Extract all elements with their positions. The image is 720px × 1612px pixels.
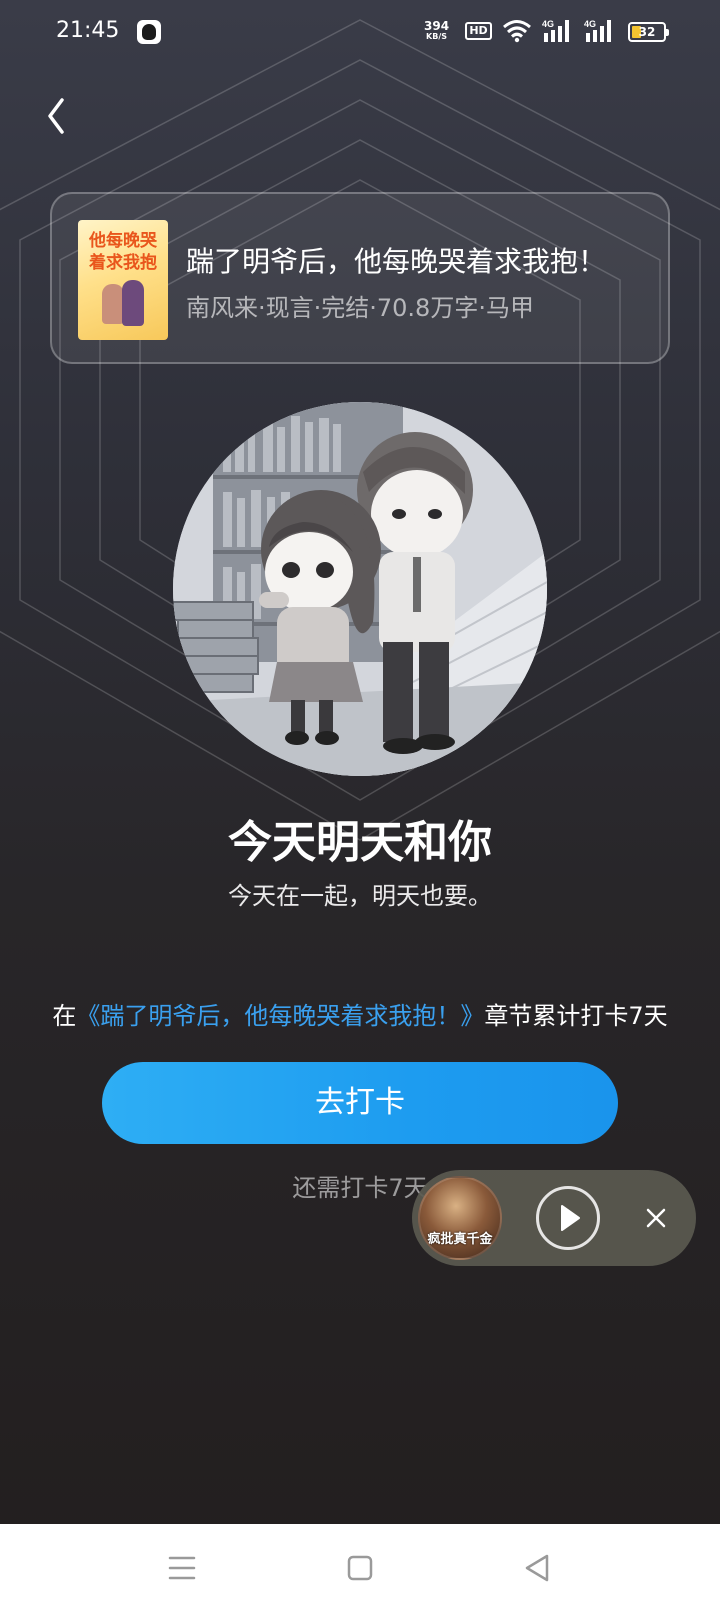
status-time: 21:45 — [56, 18, 120, 43]
play-icon — [561, 1205, 580, 1231]
signal-label: 4G — [584, 19, 596, 29]
system-nav-bar — [0, 1524, 720, 1612]
badge-illustration — [173, 402, 547, 776]
menu-icon — [168, 1556, 196, 1580]
signal-label: 4G — [542, 19, 554, 29]
progress-suffix: 章节累计打卡7天 — [484, 1002, 668, 1030]
book-cover-text: 他每晚哭着求我抱 — [89, 231, 157, 273]
audio-cover[interactable]: 疯批真千金 — [418, 1176, 502, 1260]
network-speed-value: 394 — [424, 19, 450, 33]
hd-icon: HD — [465, 22, 492, 40]
book-title: 踹了明爷后，他每晚哭着求我抱！ — [186, 245, 607, 278]
checkin-button[interactable]: 去打卡 — [102, 1062, 618, 1144]
recent-apps-button[interactable] — [160, 1546, 204, 1590]
battery-level: 32 — [638, 25, 656, 39]
signal-icon: 4G — [542, 19, 569, 42]
home-button[interactable] — [338, 1546, 382, 1590]
progress-description: 在《踹了明爷后，他每晚哭着求我抱！》章节累计打卡7天 — [0, 996, 720, 1031]
book-link[interactable]: 《踹了明爷后，他每晚哭着求我抱！》 — [76, 1002, 484, 1030]
book-meta: 南风来·现言·完结·70.8万字·马甲 — [186, 294, 534, 322]
play-button[interactable] — [536, 1186, 600, 1250]
battery-icon: 32 — [628, 22, 669, 42]
close-player-button[interactable] — [638, 1200, 674, 1236]
progress-prefix: 在 — [52, 1002, 77, 1030]
book-cover[interactable]: 他每晚哭着求我抱 — [78, 220, 168, 340]
network-speed: 394 KB/S — [424, 20, 449, 42]
status-bar: 21:45 394 KB/S HD 4G 4G 32 — [0, 0, 720, 66]
close-icon — [646, 1208, 666, 1228]
system-back-button[interactable] — [516, 1546, 560, 1590]
floating-audio-player[interactable]: 疯批真千金 — [412, 1170, 696, 1266]
illustration-art — [173, 402, 547, 776]
qq-app-icon — [137, 20, 161, 44]
book-card[interactable]: 他每晚哭着求我抱 踹了明爷后，他每晚哭着求我抱！ 南风来·现言·完结·70.8万… — [50, 192, 670, 364]
back-button[interactable] — [40, 90, 80, 140]
home-icon — [347, 1555, 373, 1581]
audio-cover-text: 疯批真千金 — [427, 1232, 493, 1247]
network-speed-unit: KB/S — [426, 32, 448, 41]
signal-icon: 4G — [584, 19, 611, 42]
back-icon — [525, 1554, 549, 1582]
wifi-icon — [503, 20, 531, 43]
badge-subtitle: 今天在一起，明天也要。 — [228, 882, 492, 910]
badge-title: 今天明天和你 — [228, 817, 492, 868]
chevron-left-icon — [48, 98, 64, 134]
